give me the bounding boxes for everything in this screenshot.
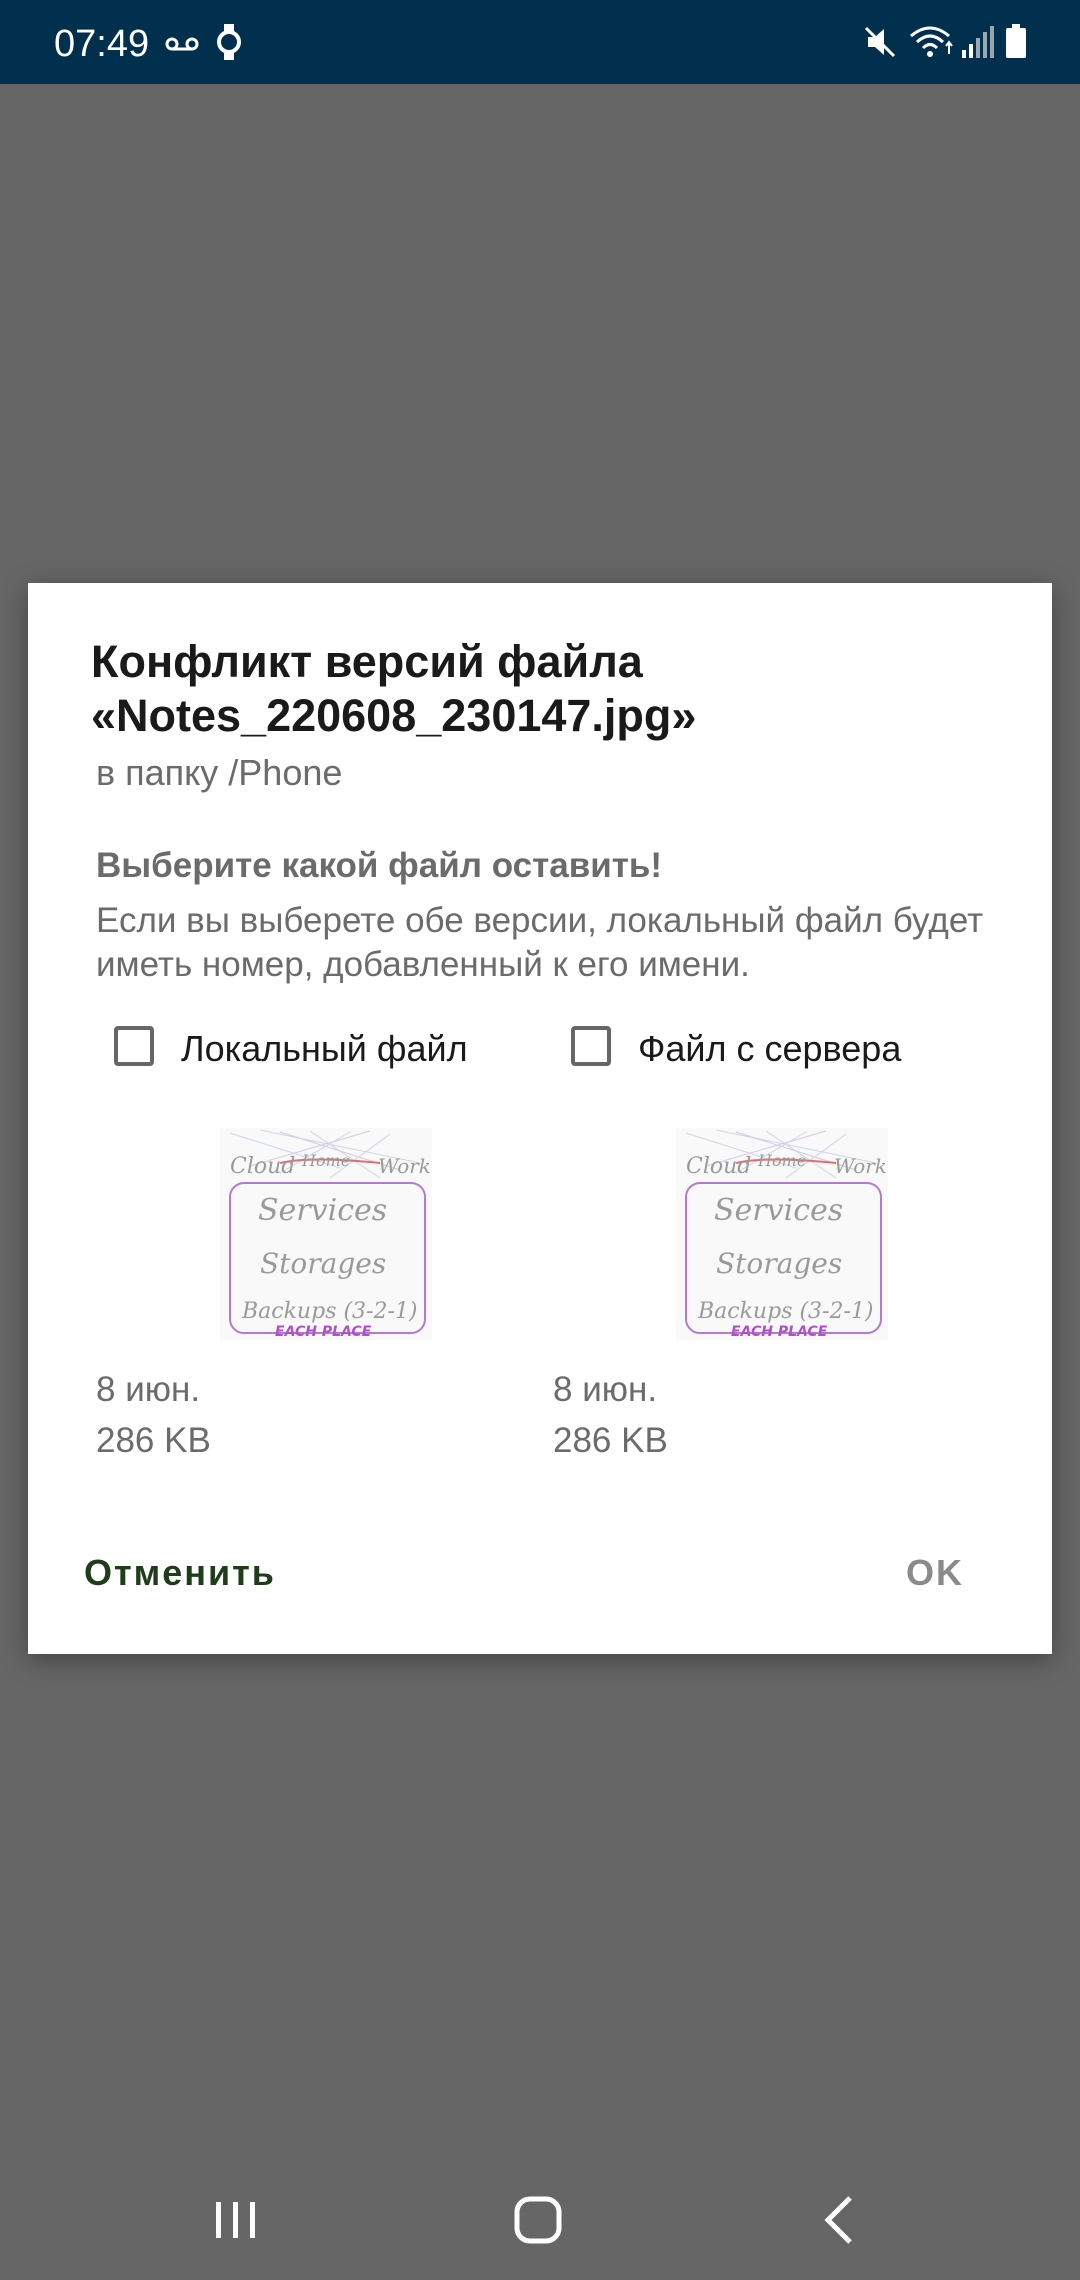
back-icon[interactable] (800, 2190, 880, 2250)
recents-icon[interactable] (196, 2190, 276, 2250)
server-file-label: Файл с сервера (638, 1028, 902, 1069)
dialog-info: Если вы выберете обе версии, локальный ф… (96, 901, 984, 984)
ok-button[interactable]: OK (906, 1551, 964, 1595)
server-file-date: 8 июн. (553, 1370, 658, 1409)
local-file-label: Локальный файл (181, 1028, 468, 1069)
wifi-icon (908, 22, 954, 62)
battery-icon (1004, 22, 1028, 62)
svg-text:Services: Services (258, 1193, 387, 1228)
home-icon[interactable] (498, 2190, 578, 2250)
status-bar: 07:49 (0, 0, 1080, 84)
signal-icon (960, 22, 994, 62)
status-time: 07:49 (54, 23, 150, 65)
cancel-button[interactable]: Отменить (84, 1551, 276, 1595)
svg-text:Backups (3-2-1): Backups (3-2-1) (697, 1299, 874, 1324)
local-file-date: 8 июн. (96, 1370, 201, 1409)
voicemail-icon (164, 22, 200, 62)
svg-text:Storages: Storages (260, 1247, 386, 1280)
local-file-checkbox[interactable] (114, 1026, 154, 1066)
local-file-size: 286 KB (96, 1421, 211, 1460)
svg-text:Services: Services (714, 1193, 843, 1228)
svg-text:Work: Work (834, 1154, 887, 1178)
mute-icon (864, 22, 898, 62)
local-file-thumbnail[interactable]: Cloud Home Work Services Storages Backup… (220, 1128, 432, 1340)
svg-text:EACH PLACE: EACH PLACE (275, 1324, 372, 1340)
dialog-title: Конфликт версий файла «Notes_220608_2301… (91, 636, 697, 741)
svg-text:Storages: Storages (716, 1247, 842, 1280)
svg-text:Work: Work (378, 1154, 431, 1178)
svg-text:Backups (3-2-1): Backups (3-2-1) (241, 1299, 418, 1324)
dialog-subtitle: в папку /Phone (96, 752, 343, 793)
version-conflict-dialog: Конфликт версий файла «Notes_220608_2301… (28, 583, 1052, 1654)
navigation-bar (0, 2160, 1080, 2280)
server-file-thumbnail[interactable]: Cloud Home Work Services Storages Backup… (676, 1128, 888, 1340)
thumb-top-words: Cloud (230, 1154, 295, 1179)
svg-text:EACH PLACE: EACH PLACE (731, 1324, 828, 1340)
dialog-prompt: Выберите какой файл оставить! (96, 846, 663, 885)
svg-text:Home: Home (301, 1151, 350, 1170)
server-file-checkbox[interactable] (571, 1026, 611, 1066)
server-file-size: 286 KB (553, 1421, 668, 1460)
watch-icon (214, 22, 244, 62)
svg-text:Home: Home (757, 1151, 806, 1170)
svg-text:Cloud: Cloud (686, 1154, 751, 1179)
